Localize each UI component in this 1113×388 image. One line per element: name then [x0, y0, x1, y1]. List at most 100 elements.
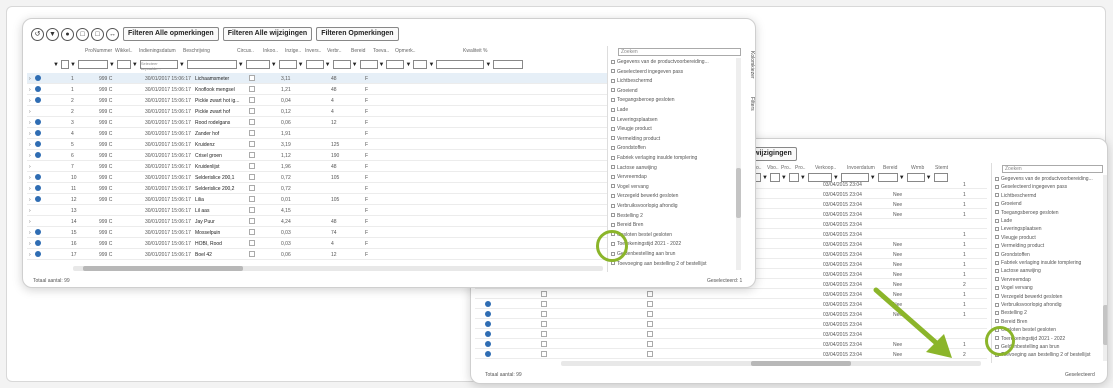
row-checkbox[interactable] — [647, 351, 653, 357]
row-checkbox[interactable] — [647, 291, 653, 297]
column-chooser-item[interactable]: Vleugje product — [611, 126, 652, 134]
expand-icon[interactable]: › — [29, 230, 31, 236]
column-checkbox[interactable] — [995, 302, 999, 307]
column-chooser-item[interactable]: Lade — [995, 218, 1012, 226]
column-header[interactable]: Bereid — [883, 165, 897, 171]
table-row[interactable]: › 2 999 C 30/01/2017 15:06:17 Pickle zwart h… — [27, 106, 607, 117]
column-checkbox[interactable] — [611, 213, 615, 218]
filter-dropdown-icon[interactable]: ▼ — [485, 62, 491, 68]
row-checkbox[interactable] — [647, 341, 653, 347]
table-row[interactable]: › 10 999 C 30/01/2017 15:06:17 Selderislice … — [27, 172, 607, 183]
column-checkbox[interactable] — [995, 311, 999, 316]
filter-dropdown-icon[interactable]: ▼ — [298, 62, 304, 68]
column-header[interactable]: Inkoo.. — [263, 48, 278, 54]
horizontal-scrollbar[interactable] — [73, 266, 603, 271]
expand-icon[interactable]: › — [29, 131, 31, 137]
row-checkbox[interactable] — [249, 130, 255, 136]
column-checkbox[interactable] — [611, 69, 615, 74]
filter-dropdown-icon[interactable]: ▼ — [53, 62, 59, 68]
expand-icon[interactable]: › — [29, 186, 31, 192]
filter-dropdown-icon[interactable]: ▼ — [379, 62, 385, 68]
column-chooser-item[interactable]: Fabriek verlaging insulde tomplering — [995, 260, 1081, 268]
filter-changes-button[interactable]: wijzigingen — [749, 147, 797, 161]
column-checkbox[interactable] — [611, 184, 615, 189]
expand-icon[interactable]: › — [29, 241, 31, 247]
table-row[interactable]: › 3 999 C 30/01/2017 15:06:17 Rood rodelgans… — [27, 117, 607, 128]
column-chooser-item[interactable]: Verzegeld bewerkt gesloten — [995, 294, 1062, 302]
filter-input[interactable] — [77, 60, 108, 69]
column-header[interactable]: Circus.. — [237, 48, 254, 54]
column-checkbox[interactable] — [995, 218, 999, 223]
expand-icon[interactable]: › — [29, 219, 31, 225]
column-header[interactable]: Invers.. — [305, 48, 321, 54]
chooser-scrollbar[interactable] — [736, 58, 741, 270]
column-checkbox[interactable] — [995, 193, 999, 198]
column-checkbox[interactable] — [995, 185, 999, 190]
column-chooser-item[interactable]: Vervreemdap — [611, 174, 647, 182]
column-checkbox[interactable] — [995, 277, 999, 282]
row-checkbox[interactable] — [249, 240, 255, 246]
column-header[interactable]: Stemt — [935, 165, 948, 171]
refresh-icon[interactable]: ↺ — [31, 27, 44, 41]
row-checkbox[interactable] — [647, 331, 653, 337]
filter-dropdown-icon[interactable]: ▼ — [238, 62, 244, 68]
table-row[interactable]: › 14 999 C 30/01/2017 15:06:17 Jay Puur 4,24 4… — [27, 216, 607, 227]
filter-input[interactable]: Selecteer bepaalde... — [139, 60, 178, 71]
column-header[interactable]: Inzige.. — [285, 48, 301, 54]
filter-dropdown-icon[interactable]: ▼ — [70, 62, 76, 68]
column-chooser-item[interactable]: Groeiend — [611, 88, 638, 96]
column-chooser-item[interactable]: Lichtbeschermd — [995, 193, 1036, 201]
filter-dropdown-icon[interactable]: ▼ — [179, 62, 185, 68]
row-checkbox[interactable] — [249, 251, 255, 257]
column-checkbox[interactable] — [995, 243, 999, 248]
column-checkbox[interactable] — [995, 269, 999, 274]
expand-icon[interactable]: ↔ — [106, 27, 119, 41]
expand-icon[interactable]: › — [29, 98, 31, 104]
row-checkbox[interactable] — [249, 152, 255, 158]
column-header[interactable]: Pro.. — [795, 165, 806, 171]
column-chooser-item[interactable]: Leveringsplaatsen — [611, 117, 658, 125]
table-row[interactable]: › 12 999 C 30/01/2017 15:06:17 Lilia 0,01 105 F — [27, 194, 607, 205]
row-checkbox[interactable] — [249, 108, 255, 114]
filter-input[interactable] — [186, 60, 237, 69]
column-header[interactable]: Opmerk.. — [395, 48, 416, 54]
row-checkbox[interactable] — [541, 321, 547, 327]
table-row[interactable]: › 2 999 C 30/01/2017 15:06:17 Pickle zwart h… — [27, 95, 607, 106]
filter-input[interactable] — [116, 60, 131, 69]
column-chooser-item[interactable]: Verbruiksvoorlopig afrondig — [995, 302, 1062, 310]
column-header[interactable]: Nummer — [93, 48, 112, 54]
expand-icon[interactable]: › — [29, 164, 31, 170]
column-chooser-item[interactable]: Toevoeging aan bestelling 2 of bestellij… — [995, 352, 1091, 360]
row-checkbox[interactable] — [249, 86, 255, 92]
column-chooser-item[interactable]: Lade — [611, 107, 628, 115]
column-checkbox[interactable] — [611, 107, 615, 112]
row-checkbox[interactable] — [249, 229, 255, 235]
filter-input[interactable] — [332, 60, 351, 69]
table-row[interactable]: › 17 999 C 30/01/2017 15:06:17 Boel 42 0,06 12… — [27, 249, 607, 260]
column-chooser-item[interactable]: Vermelding product — [995, 243, 1044, 251]
filter-input[interactable] — [413, 60, 428, 69]
filter-input[interactable] — [305, 60, 324, 69]
column-checkbox[interactable] — [611, 59, 615, 64]
column-chooser-item[interactable]: Groeiend — [995, 201, 1022, 209]
column-checkbox[interactable] — [995, 210, 999, 215]
column-header[interactable]: Bereid — [351, 48, 365, 54]
column-header[interactable]: Invoerdatum — [847, 165, 875, 171]
filter-dropdown-icon[interactable]: ▼ — [352, 62, 358, 68]
column-chooser-item[interactable]: Verzegeld bewerkt gesloten — [611, 193, 678, 201]
expand-icon[interactable]: › — [29, 197, 31, 203]
expand-icon[interactable]: › — [29, 87, 31, 93]
column-checkbox[interactable] — [611, 203, 615, 208]
expand-icon[interactable]: › — [29, 208, 31, 214]
row-checkbox[interactable] — [249, 119, 255, 125]
filter-input[interactable] — [359, 60, 378, 69]
row-checkbox[interactable] — [541, 291, 547, 297]
row-checkbox[interactable] — [541, 351, 547, 357]
column-chooser-item[interactable]: Vleugje product — [995, 235, 1036, 243]
expand-icon[interactable]: › — [29, 142, 31, 148]
record-icon[interactable]: ● — [61, 27, 74, 41]
column-checkbox[interactable] — [995, 176, 999, 181]
column-header[interactable]: Vbo.. — [767, 165, 779, 171]
expand-icon[interactable]: › — [29, 252, 31, 258]
row-checkbox[interactable] — [249, 141, 255, 147]
